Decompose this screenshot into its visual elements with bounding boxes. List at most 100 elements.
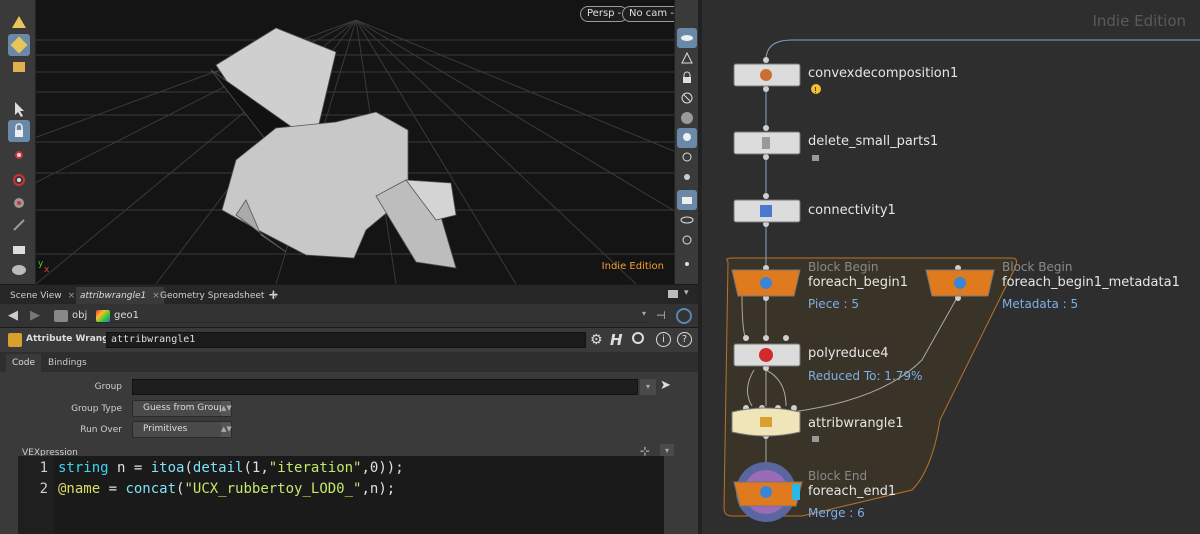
display-mode-icon[interactable]: [8, 56, 30, 78]
path-dropdown-icon[interactable]: ▾: [642, 309, 646, 318]
code-line: @name = concat("UCX_rubbertoy_LOD0_",n);: [58, 481, 395, 497]
code-token: (1,: [243, 460, 269, 476]
light-bulb-icon[interactable]: [677, 128, 697, 148]
search-icon[interactable]: [632, 332, 644, 344]
right-display-shelf: [674, 0, 698, 284]
vex-code-editor[interactable]: 1 2 string n = itoa(detail(1,"iteration"…: [18, 456, 664, 534]
maximize-icon[interactable]: [668, 290, 678, 298]
code-token: n =: [108, 460, 151, 476]
tab-label: Scene View: [10, 291, 62, 301]
back-arrow-icon[interactable]: ◀: [8, 308, 18, 323]
headlight-icon[interactable]: [677, 148, 697, 168]
line-number: 1: [39, 460, 48, 476]
block-begin-label: Block Begin: [1002, 260, 1073, 274]
node-info-metadata: Metadata : 5: [1002, 297, 1079, 311]
code-token: "iteration": [268, 460, 362, 476]
view-tool-icon[interactable]: [8, 258, 30, 280]
code-token: ,n);: [361, 481, 396, 497]
eye-icon[interactable]: [677, 28, 697, 48]
node-foreach-begin1[interactable]: foreach_begin1: [808, 275, 908, 290]
group-type-value: Guess from Group: [143, 403, 225, 413]
node-polyreduce4[interactable]: polyreduce4: [808, 346, 888, 361]
bulb-icon[interactable]: [677, 168, 697, 188]
scale-tool-icon[interactable]: [8, 192, 30, 214]
shade-tool-icon[interactable]: [8, 12, 30, 34]
help-icon[interactable]: ?: [677, 332, 692, 347]
snap-icon[interactable]: [677, 48, 697, 68]
node-info-piece: Piece : 5: [808, 297, 859, 311]
code-token: string: [58, 460, 109, 476]
code-token: detail: [192, 460, 244, 476]
path-bar: ◀ ▶ obj geo1 ▾ ⊣: [0, 304, 698, 328]
node-info-reduced: Reduced To: 1.79%: [808, 369, 923, 383]
forward-arrow-icon[interactable]: ▶: [30, 308, 40, 323]
dot-icon[interactable]: [677, 254, 697, 274]
node-name-field[interactable]: attribwrangle1: [106, 332, 586, 348]
obj-icon: [54, 310, 68, 322]
node-connectivity1[interactable]: connectivity1: [808, 203, 896, 218]
node-foreach-end1[interactable]: foreach_end1: [808, 484, 896, 499]
left-tool-shelf: [0, 0, 36, 284]
wrangle-node-icon: [8, 333, 22, 347]
close-icon[interactable]: ×: [68, 291, 76, 301]
network-editor[interactable]: Indie Edition ! convexdecomposition1 del…: [702, 0, 1200, 534]
rotate-tool-icon[interactable]: [8, 168, 30, 190]
code-token: =: [100, 481, 126, 497]
path-obj[interactable]: obj: [72, 308, 87, 324]
chevron-icon: ▲▼: [221, 401, 232, 416]
pin-icon[interactable]: ⊣: [656, 309, 666, 322]
viewport-edition-label: Indie Edition: [601, 261, 664, 272]
group-type-menu[interactable]: Guess from Group ▲▼: [132, 400, 232, 417]
pane-menu-icon[interactable]: ▾: [684, 288, 689, 298]
ghost-icon[interactable]: [677, 108, 697, 128]
code-token: itoa: [150, 460, 185, 476]
handle-tool-icon[interactable]: [8, 214, 30, 236]
tab-attribwrangle1[interactable]: attribwrangle1 ×: [76, 287, 164, 305]
select-arrow-icon[interactable]: [8, 98, 30, 120]
svg-text:x: x: [44, 265, 50, 275]
tab-bindings[interactable]: Bindings: [42, 354, 93, 372]
svg-text:!: !: [814, 86, 817, 95]
select-arrow-icon[interactable]: ➤: [660, 378, 671, 393]
node-attribwrangle1[interactable]: attribwrangle1: [808, 416, 904, 431]
run-over-label: Run Over: [80, 425, 122, 435]
parameter-subtabs: Code Bindings: [0, 352, 698, 372]
lock-tool-icon[interactable]: [8, 120, 30, 142]
svg-text:y: y: [38, 259, 44, 269]
code-token: "UCX_rubbertoy_LOD0_": [184, 481, 362, 497]
gear-icon[interactable]: ⚙: [590, 332, 603, 348]
block-end-label: Block End: [808, 469, 868, 483]
tab-scene-view[interactable]: Scene View ×: [6, 287, 79, 305]
node-type-label: Attribute Wrangle: [26, 334, 118, 344]
close-icon[interactable]: [677, 88, 697, 108]
wireframe-tool-icon[interactable]: [8, 34, 30, 56]
code-token: concat: [125, 481, 177, 497]
parameter-header: Attribute Wrangle attribwrangle1 ⚙ H i ?: [0, 328, 698, 352]
move-tool-icon[interactable]: [8, 144, 30, 166]
path-field: [90, 309, 648, 323]
lock-icon[interactable]: [677, 68, 697, 88]
scene-viewport[interactable]: x y Persp - No cam - Indie Edition: [36, 0, 674, 284]
tab-code[interactable]: Code: [6, 354, 42, 372]
node-foreach-begin1-metadata1[interactable]: foreach_begin1_metadata1: [1002, 275, 1180, 290]
add-tab-button[interactable]: +: [264, 287, 283, 305]
camera-icon[interactable]: [677, 190, 697, 210]
link-icon[interactable]: [677, 230, 697, 250]
link-pane-icon[interactable]: [676, 308, 692, 324]
info-icon[interactable]: i: [656, 332, 671, 347]
node-info-merge: Merge : 6: [808, 506, 865, 520]
visibility-icon[interactable]: [677, 210, 697, 230]
line-number: 2: [39, 481, 48, 497]
editor-side-panel: [664, 456, 698, 534]
run-over-menu[interactable]: Primitives ▲▼: [132, 421, 232, 438]
help-h-icon[interactable]: H: [610, 331, 623, 349]
line-number-gutter: 1 2: [18, 456, 54, 534]
node-delete-small-parts1[interactable]: delete_small_parts1: [808, 134, 938, 149]
brush-tool-icon[interactable]: [8, 238, 30, 260]
group-dropdown-icon[interactable]: ▾: [640, 379, 656, 395]
chevron-icon: ▲▼: [221, 422, 232, 437]
node-convexdecomposition1[interactable]: convexdecomposition1: [808, 66, 958, 81]
code-token: ,0));: [361, 460, 404, 476]
no-cam-menu[interactable]: No cam -: [622, 6, 674, 22]
group-field[interactable]: [132, 379, 638, 395]
